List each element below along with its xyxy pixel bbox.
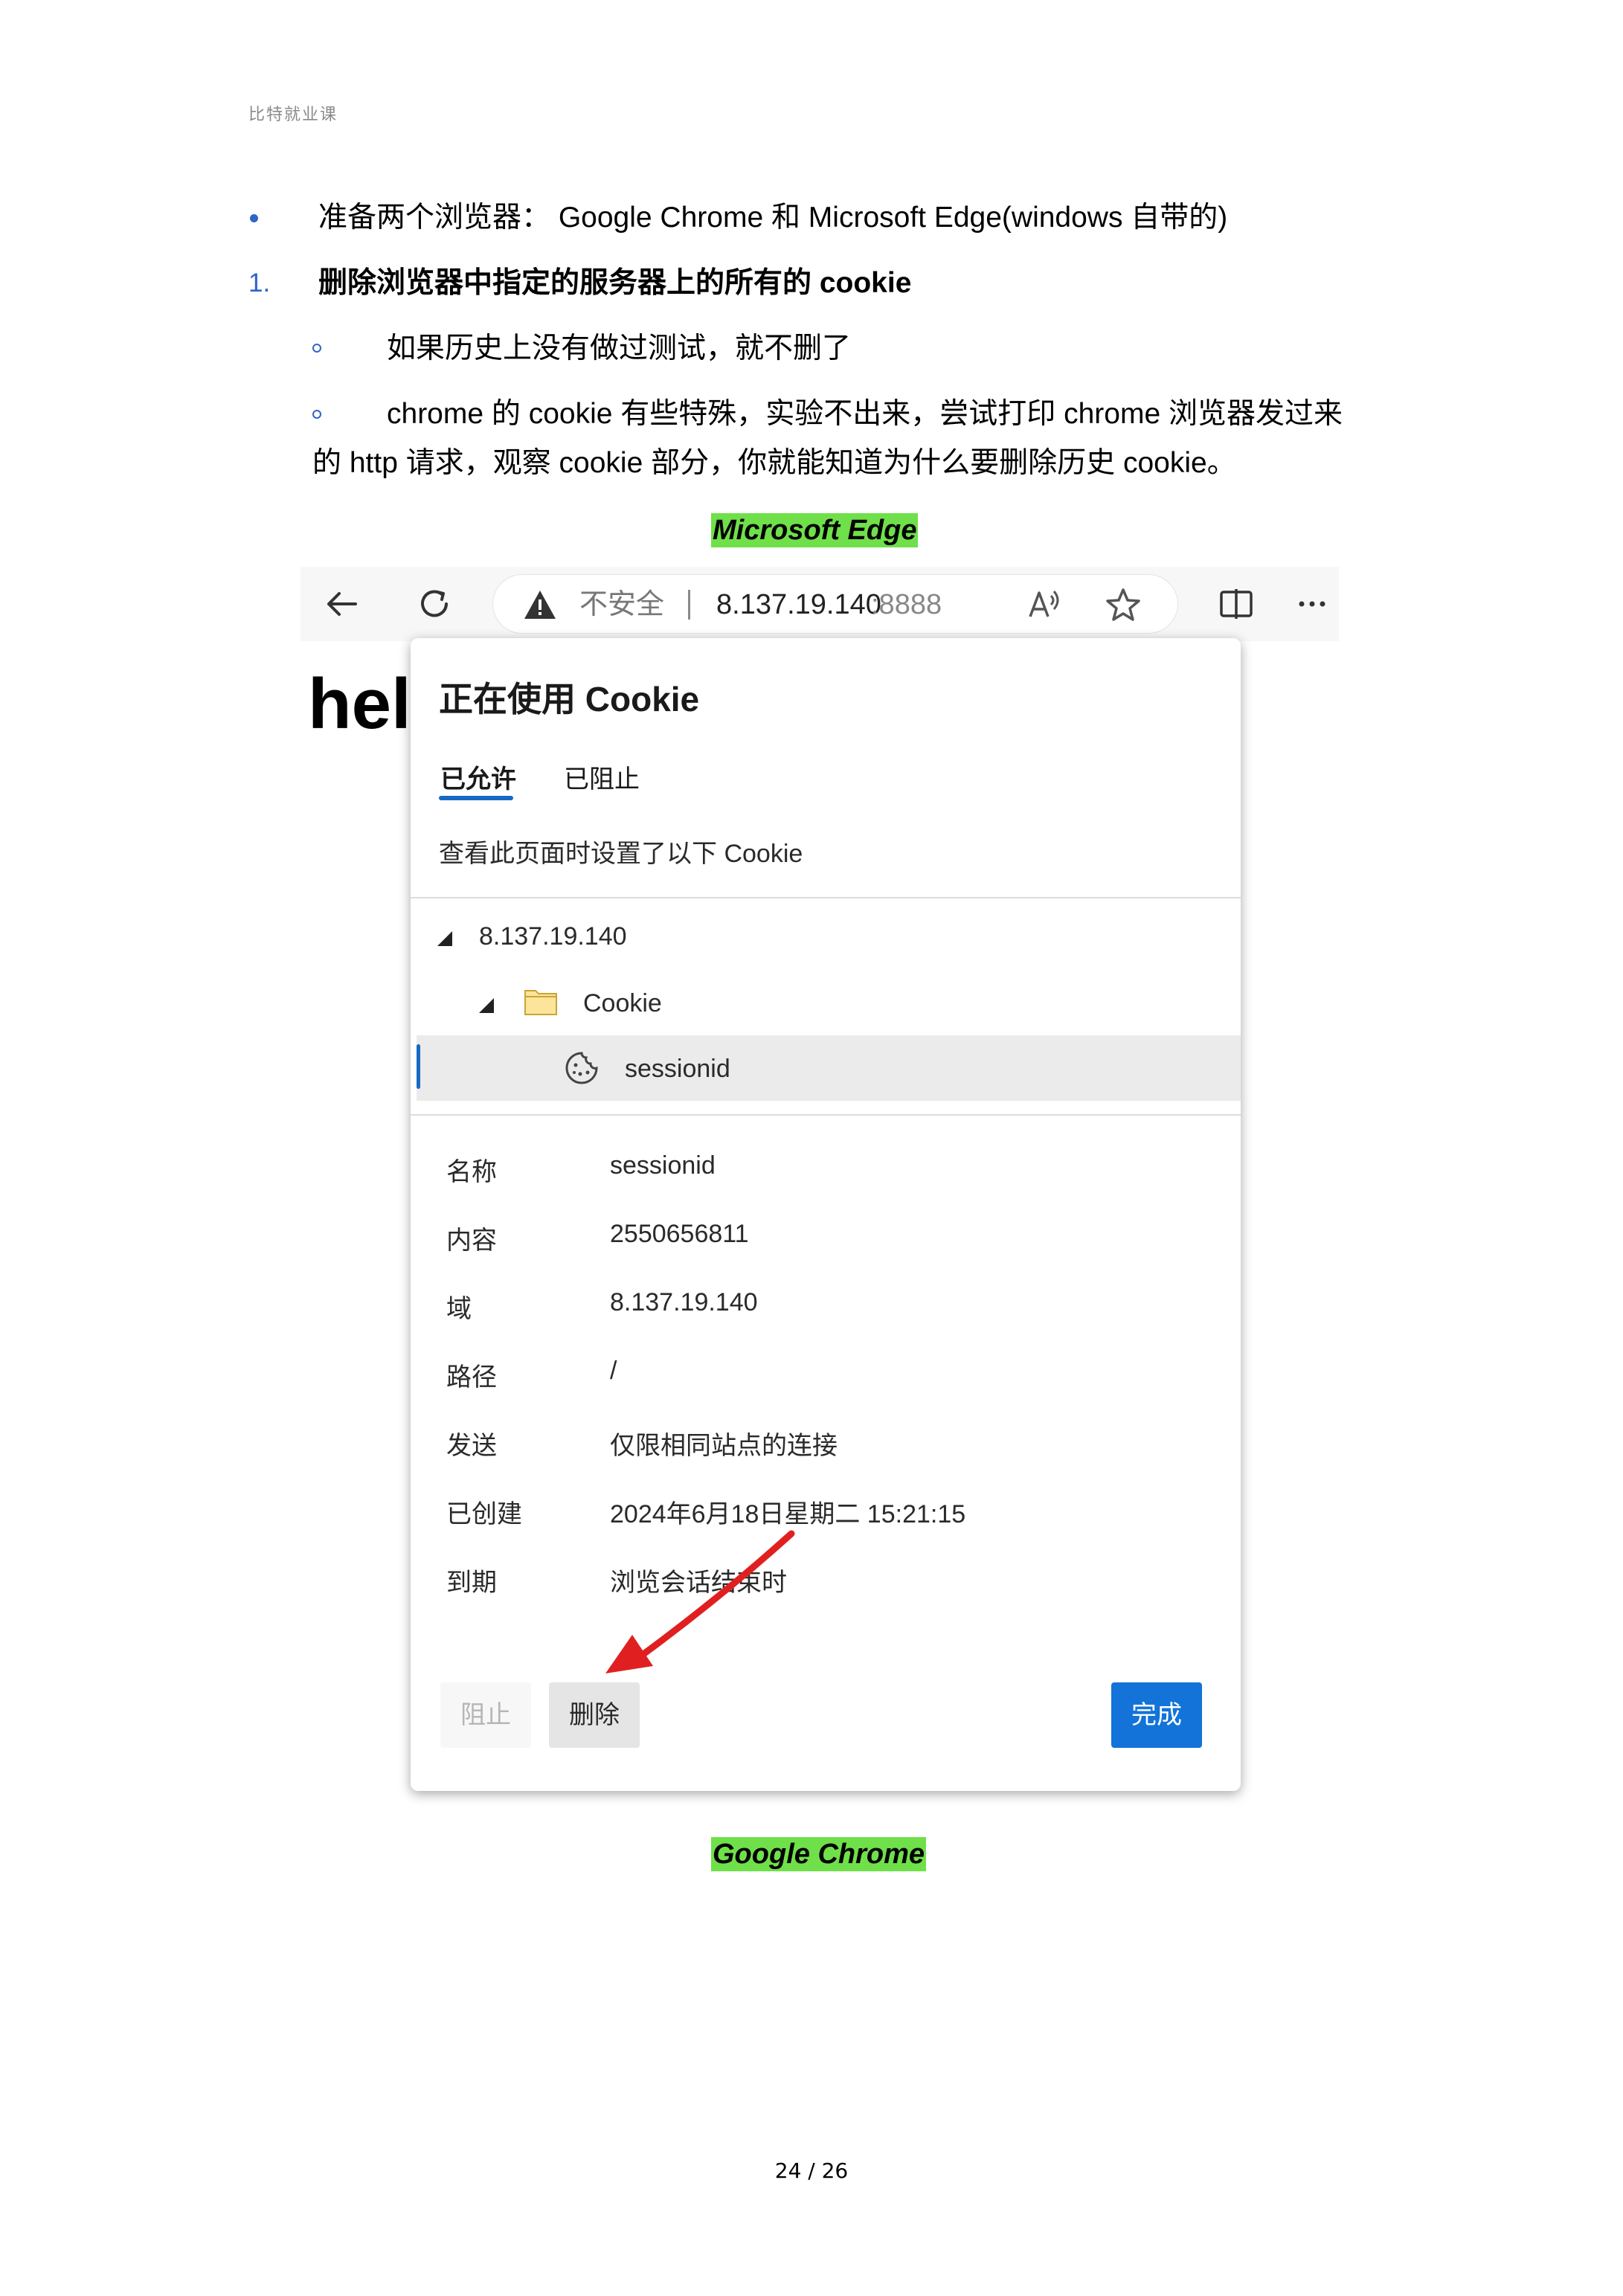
tree-cookie-item[interactable]: sessionid bbox=[625, 1055, 730, 1084]
detail-key: 内容 bbox=[446, 1226, 497, 1255]
folder-icon bbox=[524, 990, 557, 1015]
security-label[interactable]: 不安全 bbox=[579, 575, 664, 634]
detail-value: 浏览会话结束时 bbox=[610, 1569, 787, 1597]
sub-bullet bbox=[312, 410, 321, 419]
refresh-icon[interactable] bbox=[415, 585, 454, 623]
back-icon[interactable] bbox=[323, 585, 361, 623]
selection-indicator bbox=[417, 1044, 420, 1089]
address-separator bbox=[688, 590, 690, 620]
sub-bullet bbox=[312, 344, 321, 353]
cookie-icon bbox=[565, 1052, 598, 1084]
selected-cookie-row[interactable] bbox=[417, 1035, 1241, 1101]
sub-item-text: 如果历史上没有做过测试，就不删了 bbox=[387, 332, 852, 364]
detail-key: 发送 bbox=[446, 1432, 497, 1460]
bullet-text: 准备两个浏览器： Google Chrome 和 Microsoft Edge(… bbox=[318, 202, 1228, 234]
detail-key: 名称 bbox=[446, 1158, 497, 1186]
divider bbox=[411, 897, 1241, 898]
sub-item-text-cont: 的 http 请求，观察 cookie 部分，你就能知道为什么要删除历史 coo… bbox=[312, 447, 1236, 479]
detail-value: 8.137.19.140 bbox=[610, 1288, 758, 1316]
warning-icon[interactable] bbox=[523, 588, 557, 621]
detail-value: sessionid bbox=[610, 1151, 716, 1180]
tree-site[interactable]: 8.137.19.140 bbox=[479, 922, 627, 951]
caption-edge: Microsoft Edge bbox=[711, 513, 919, 547]
delete-button[interactable]: 删除 bbox=[549, 1682, 640, 1748]
tree-folder[interactable]: Cookie bbox=[583, 989, 662, 1018]
detail-value: 仅限相同站点的连接 bbox=[610, 1432, 838, 1460]
more-icon[interactable] bbox=[1294, 585, 1333, 623]
header-brand: 比特就业课 bbox=[248, 106, 338, 124]
item-title: 删除浏览器中指定的服务器上的所有的 cookie bbox=[318, 267, 912, 299]
detail-value: 2550656811 bbox=[610, 1220, 749, 1248]
bullet-dot bbox=[250, 214, 258, 222]
address-bar[interactable]: 不安全 8.137.19.140 :8888 bbox=[492, 574, 1178, 634]
detail-value: 2024年6月18日星期二 15:21:15 bbox=[610, 1500, 966, 1528]
popup-subtitle: 查看此页面时设置了以下 Cookie bbox=[439, 840, 803, 868]
split-screen-icon[interactable] bbox=[1217, 585, 1256, 623]
sub-item-text: chrome 的 cookie 有些特殊，实验不出来，尝试打印 chrome 浏… bbox=[387, 398, 1343, 430]
done-button[interactable]: 完成 bbox=[1111, 1682, 1202, 1748]
url-host[interactable]: 8.137.19.140 bbox=[716, 575, 881, 634]
block-button[interactable]: 阻止 bbox=[440, 1682, 531, 1748]
detail-value: / bbox=[610, 1357, 617, 1385]
page-number: 24 / 26 bbox=[774, 2158, 849, 2183]
expand-triangle-icon[interactable] bbox=[479, 998, 494, 1013]
list-number: 1. bbox=[248, 268, 271, 298]
browser-screenshot: 不安全 8.137.19.140 :8888 hel 正在使用 Cookie 已… bbox=[301, 567, 1339, 1807]
page-heading: hel bbox=[308, 664, 411, 744]
url-port[interactable]: :8888 bbox=[871, 575, 942, 634]
browser-toolbar: 不安全 8.137.19.140 :8888 bbox=[301, 567, 1339, 641]
popup-title: 正在使用 Cookie bbox=[439, 680, 700, 718]
favorite-icon[interactable] bbox=[1105, 587, 1142, 623]
detail-key: 路径 bbox=[446, 1363, 497, 1392]
divider bbox=[411, 1114, 1241, 1116]
read-aloud-icon[interactable] bbox=[1026, 587, 1064, 623]
expand-triangle-icon[interactable] bbox=[437, 931, 452, 946]
detail-key: 域 bbox=[446, 1295, 472, 1323]
tab-allowed[interactable]: 已允许 bbox=[440, 759, 516, 795]
detail-key: 已创建 bbox=[446, 1500, 522, 1528]
detail-key: 到期 bbox=[446, 1569, 497, 1597]
tab-blocked[interactable]: 已阻止 bbox=[564, 759, 640, 795]
cookie-popup: 正在使用 Cookie 已允许 已阻止 查看此页面时设置了以下 Cookie 8… bbox=[411, 638, 1241, 1791]
active-tab-underline bbox=[439, 796, 513, 800]
caption-chrome: Google Chrome bbox=[711, 1837, 927, 1871]
